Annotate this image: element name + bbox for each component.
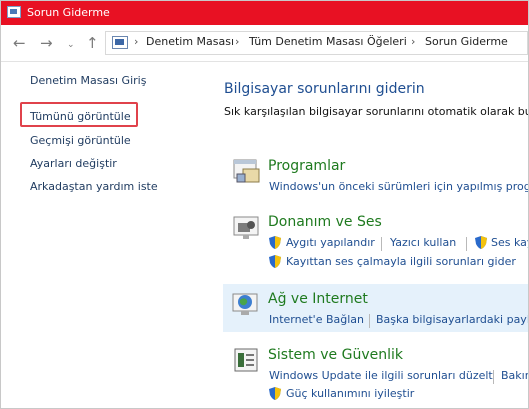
page-subtitle: Sık karşılaşılan bilgisayar sorunlarını … (224, 105, 529, 118)
window: Sorun Giderme ← → ⌄ ↑ › Denetim Masası ›… (0, 0, 529, 409)
shield-icon (475, 236, 487, 249)
shield-icon (269, 387, 281, 400)
navigation-bar: ← → ⌄ ↑ › Denetim Masası › Tüm Denetim M… (1, 25, 528, 62)
window-title: Sorun Giderme (27, 6, 110, 19)
breadcrumb-item[interactable]: Tüm Denetim Masası Öğeleri (249, 35, 407, 48)
back-arrow-icon[interactable]: ← (13, 34, 26, 52)
hardware-sound-icon (233, 216, 259, 239)
sidebar-item-settings[interactable]: Ayarları değiştir (30, 157, 117, 170)
category-link[interactable]: Windows'un önceki sürümleri için yapılmı… (269, 180, 528, 193)
link-separator (369, 314, 370, 328)
category-link[interactable]: Kayıttan ses çalmayla ilgili sorunları g… (286, 255, 516, 268)
control-panel-icon (7, 6, 21, 18)
category-title[interactable]: Sistem ve Güvenlik (268, 347, 403, 363)
sidebar-item-home[interactable]: Denetim Masası Giriş (30, 74, 146, 87)
category-link[interactable]: Windows Update ile ilgili sorunları düze… (269, 369, 493, 382)
chevron-right-icon[interactable]: › (411, 35, 415, 48)
category-link[interactable]: Başka bilgisayarlardaki paylaş (376, 313, 528, 326)
category-title[interactable]: Donanım ve Ses (268, 214, 382, 230)
category-link[interactable]: Ses kay (491, 236, 528, 249)
forward-arrow-icon[interactable]: → (40, 34, 53, 52)
category-link[interactable]: Internet'e Bağlan (269, 313, 364, 326)
recent-locations-chevron-icon[interactable]: ⌄ (67, 36, 75, 54)
shield-icon (269, 255, 281, 268)
address-bar[interactable]: › Denetim Masası › Tüm Denetim Masası Öğ… (105, 31, 528, 55)
up-arrow-icon[interactable]: ↑ (86, 34, 99, 52)
category-link[interactable]: Aygıtı yapılandır (286, 236, 375, 249)
category-title[interactable]: Ağ ve Internet (268, 291, 368, 307)
link-separator (493, 370, 494, 384)
programs-icon (233, 159, 260, 183)
category-link[interactable]: Yazıcı kullan (390, 236, 456, 249)
breadcrumb-item[interactable]: Denetim Masası (146, 35, 234, 48)
category-link[interactable]: Bakım (501, 369, 528, 382)
shield-icon (269, 236, 281, 249)
network-globe-icon (232, 293, 258, 315)
title-bar: Sorun Giderme (1, 1, 528, 25)
system-security-icon (234, 348, 258, 372)
category-system-security: Sistem ve Güvenlik Windows Update ile il… (223, 340, 528, 408)
category-network-internet: Ağ ve Internet Internet'e Bağlan Başka b… (223, 284, 528, 332)
link-separator (466, 237, 467, 251)
page-title: Bilgisayar sorunlarını giderin (224, 81, 425, 97)
control-panel-icon (112, 36, 128, 49)
breadcrumb-item[interactable]: Sorun Giderme (425, 35, 508, 48)
sidebar-item-ask-friend[interactable]: Arkadaştan yardım iste (30, 180, 158, 193)
link-separator (381, 237, 382, 251)
sidebar-item-history[interactable]: Geçmişi görüntüle (30, 134, 131, 147)
sidebar-item-view-all[interactable]: Tümünü görüntüle (30, 110, 131, 123)
chevron-right-icon[interactable]: › (235, 35, 239, 48)
category-programs: Programlar Windows'un önceki sürümleri i… (223, 151, 528, 199)
category-hardware-sound: Donanım ve Ses Aygıtı yapılandır Yazıcı … (223, 207, 528, 277)
chevron-right-icon[interactable]: › (134, 35, 138, 48)
category-link[interactable]: Güç kullanımını iyileştir (286, 387, 414, 400)
category-title[interactable]: Programlar (268, 158, 345, 174)
